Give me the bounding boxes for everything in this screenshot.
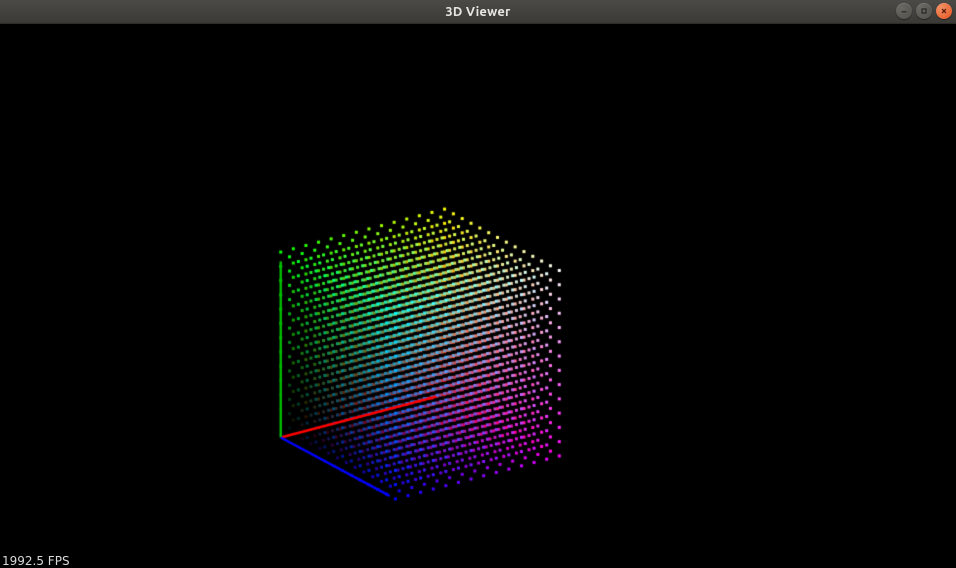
minimize-icon [900,7,908,15]
window-controls [896,3,952,19]
viewport-3d[interactable]: 1992.5 FPS [0,24,956,568]
close-button[interactable] [936,3,952,19]
window-title: 3D Viewer [0,5,956,19]
titlebar[interactable]: 3D Viewer [0,0,956,24]
maximize-button[interactable] [916,3,932,19]
maximize-icon [920,7,928,15]
minimize-button[interactable] [896,3,912,19]
close-icon [940,7,948,15]
app-window: 3D Viewer 1992.5 FPS [0,0,956,568]
render-canvas[interactable] [0,24,956,568]
